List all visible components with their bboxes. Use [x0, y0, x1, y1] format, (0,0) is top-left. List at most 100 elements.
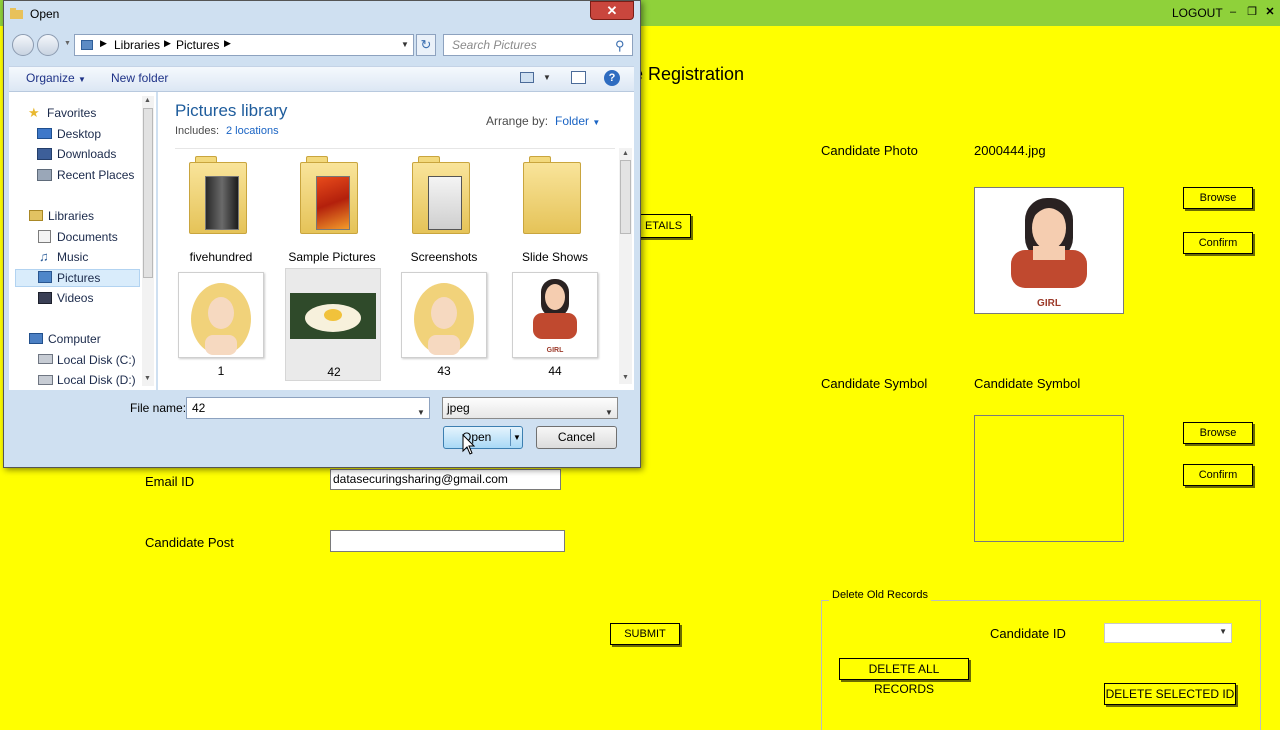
search-input[interactable]: Search Pictures ⚲: [443, 34, 633, 56]
libraries-icon: [81, 40, 93, 50]
nav-videos[interactable]: Videos: [57, 289, 93, 307]
cancel-button[interactable]: Cancel: [536, 426, 617, 449]
file-name-input[interactable]: 42 ▼: [186, 397, 430, 419]
back-button[interactable]: [12, 34, 34, 56]
nav-favorites[interactable]: Favorites: [47, 104, 96, 122]
close-icon[interactable]: ✕: [1263, 5, 1277, 19]
forward-button[interactable]: [37, 34, 59, 56]
scroll-down-icon[interactable]: ▼: [622, 374, 629, 381]
videos-icon: [38, 292, 52, 304]
library-title: Pictures library: [175, 101, 288, 120]
candidate-id-select[interactable]: ▼: [1104, 623, 1232, 643]
computer-icon: [29, 333, 43, 344]
chevron-down-icon[interactable]: ▼: [401, 40, 409, 49]
history-dropdown-icon[interactable]: ▼: [64, 40, 71, 47]
preview-pane-icon[interactable]: [571, 71, 586, 84]
image-item-1[interactable]: 1: [169, 268, 273, 380]
documents-icon: [38, 230, 51, 243]
scroll-down-icon[interactable]: ▼: [144, 375, 151, 382]
image-thumbnail: [178, 272, 264, 358]
candidate-id-label: Candidate ID: [990, 626, 1066, 641]
refresh-icon[interactable]: ↻: [416, 34, 436, 56]
mouse-cursor-icon: [462, 434, 476, 455]
new-folder-button[interactable]: New folder: [111, 71, 168, 85]
arrange-by-label: Arrange by:: [486, 114, 549, 128]
address-bar[interactable]: ▶ Libraries ▶ Pictures ▶ ▼: [74, 34, 414, 56]
breadcrumb-libraries[interactable]: Libraries: [114, 38, 160, 52]
scroll-up-icon[interactable]: ▲: [144, 97, 151, 104]
chevron-down-icon[interactable]: ▼: [543, 73, 551, 82]
browse-symbol-button[interactable]: Browse: [1183, 422, 1253, 444]
libraries-icon: [29, 210, 43, 221]
nav-documents[interactable]: Documents: [57, 228, 118, 246]
breadcrumb-pictures[interactable]: Pictures: [176, 38, 219, 52]
file-type-select[interactable]: jpeg ▼: [442, 397, 618, 419]
nav-scrollbar-thumb[interactable]: [143, 108, 153, 278]
candidate-symbol-box: [974, 415, 1124, 542]
folder-item-slide-shows[interactable]: Slide Shows: [503, 150, 607, 268]
chevron-down-icon: ▼: [605, 408, 613, 417]
scroll-up-icon[interactable]: ▲: [622, 150, 629, 157]
command-bar: [9, 66, 634, 92]
open-button[interactable]: Open ▼: [443, 426, 523, 449]
desktop-icon: [37, 128, 52, 139]
confirm-symbol-button[interactable]: Confirm: [1183, 464, 1253, 486]
image-item-43[interactable]: 43: [392, 268, 496, 380]
image-thumbnail: GIRL: [512, 272, 598, 358]
image-item-42[interactable]: 42: [285, 268, 381, 381]
submit-button[interactable]: SUBMIT: [610, 623, 680, 645]
candidate-post-field[interactable]: [330, 530, 565, 552]
folder-item-sample-pictures[interactable]: Sample Pictures: [280, 150, 384, 268]
folder-item-fivehundred[interactable]: fivehundred: [169, 150, 273, 268]
nav-recent-places[interactable]: Recent Places: [57, 166, 134, 184]
photo-caption: GIRL: [1037, 298, 1061, 309]
divider: [175, 148, 615, 149]
restore-icon[interactable]: ❐: [1245, 5, 1259, 19]
breadcrumb-separator-icon: ▶: [100, 38, 107, 48]
details-button[interactable]: ETAILS: [636, 214, 691, 238]
breadcrumb-separator-icon: ▶: [164, 38, 171, 48]
nav-libraries[interactable]: Libraries: [48, 207, 94, 225]
delete-all-button[interactable]: DELETE ALL RECORDS: [839, 658, 969, 696]
search-icon[interactable]: ⚲: [615, 36, 625, 56]
candidate-photo-box: GIRL: [974, 187, 1124, 314]
folder-item-screenshots[interactable]: Screenshots: [392, 150, 496, 268]
chevron-down-icon[interactable]: ▼: [513, 427, 521, 448]
split-divider: [510, 429, 511, 446]
page-title: e Registration: [633, 64, 745, 84]
folder-icon: [523, 156, 581, 234]
view-options-icon[interactable]: [520, 72, 534, 83]
delete-selected-button[interactable]: DELETE SELECTED ID: [1104, 683, 1236, 705]
star-icon: ★: [28, 105, 40, 120]
nav-pictures[interactable]: Pictures: [57, 269, 100, 287]
nav-local-disk-c[interactable]: Local Disk (C:): [57, 351, 136, 369]
nav-desktop[interactable]: Desktop: [57, 125, 101, 143]
folder-icon: [189, 156, 247, 234]
includes-label: Includes:: [175, 125, 220, 137]
nav-music[interactable]: Music: [57, 248, 88, 266]
browse-photo-button[interactable]: Browse: [1183, 187, 1253, 209]
nav-downloads[interactable]: Downloads: [57, 145, 116, 163]
chevron-down-icon[interactable]: ▼: [417, 403, 425, 423]
nav-local-disk-d[interactable]: Local Disk (D:): [57, 371, 136, 389]
content-scrollbar-thumb[interactable]: [620, 160, 631, 234]
nav-computer[interactable]: Computer: [48, 330, 101, 348]
file-name-label: File name:: [130, 401, 187, 415]
minimize-icon[interactable]: –: [1226, 5, 1240, 19]
confirm-photo-button[interactable]: Confirm: [1183, 232, 1253, 254]
arrange-by-select[interactable]: Folder ▼: [555, 114, 600, 128]
dialog-title: Open: [30, 7, 60, 21]
help-icon[interactable]: ?: [604, 70, 620, 86]
organize-button[interactable]: Organize ▼: [26, 71, 86, 85]
dialog-close-button[interactable]: ✕: [590, 1, 634, 20]
recent-places-icon: [37, 169, 52, 181]
drive-icon: [38, 354, 53, 364]
candidate-photo-label: Candidate Photo: [821, 143, 918, 158]
logout-link[interactable]: LOGOUT: [1172, 6, 1223, 20]
candidate-symbol-value: Candidate Symbol: [974, 376, 1081, 391]
photo-filename: 2000444.jpg: [974, 143, 1046, 158]
image-item-44[interactable]: GIRL 44: [503, 268, 607, 380]
locations-link[interactable]: 2 locations: [226, 125, 279, 137]
folder-icon: [412, 156, 470, 234]
email-field[interactable]: datasecuringsharing@gmail.com: [330, 469, 561, 490]
